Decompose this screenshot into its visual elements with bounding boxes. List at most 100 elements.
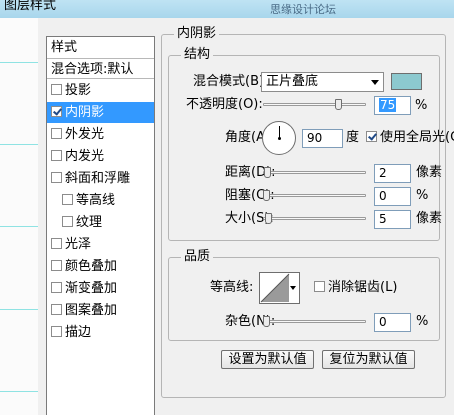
style-item-label: 图案叠加: [65, 303, 118, 318]
antialias-label: 消除锯齿(L): [328, 280, 398, 295]
blend-mode-value: 正片叠底: [266, 74, 319, 89]
guide-line: [0, 391, 38, 392]
style-item-checkbox[interactable]: [62, 194, 73, 205]
opacity-slider-thumb[interactable]: [335, 99, 342, 110]
style-list-header[interactable]: 样式: [47, 37, 154, 58]
window-title: 图层样式: [4, 0, 57, 13]
slider-track: [263, 171, 366, 174]
style-item[interactable]: 外发光: [47, 124, 154, 145]
style-item-checkbox[interactable]: [51, 326, 62, 337]
style-item-label: 光泽: [65, 237, 92, 252]
distance-unit: 像素: [416, 165, 443, 180]
choke-input[interactable]: 0: [374, 187, 411, 206]
antialias-check[interactable]: [314, 281, 325, 292]
choke-slider[interactable]: [263, 189, 366, 203]
style-item-checkbox[interactable]: [51, 172, 62, 183]
noise-value: 0: [379, 315, 387, 329]
inner-shadow-panel: 内阴影 结构 混合模式(B): 正片叠底 不透明度(O): 75 % 角度(A)…: [161, 27, 454, 398]
guide-line: [0, 309, 38, 310]
style-item-label: 渐变叠加: [65, 281, 118, 296]
global-light-label: 使用全局光(G): [380, 130, 454, 145]
style-item-checkbox[interactable]: [51, 282, 62, 293]
shadow-color-swatch[interactable]: [391, 73, 422, 90]
style-item-label: 内发光: [65, 149, 105, 164]
style-item-checkbox[interactable]: [51, 260, 62, 271]
angle-input[interactable]: 90: [302, 129, 343, 148]
angle-dial[interactable]: [262, 121, 296, 155]
distance-value: 2: [379, 166, 387, 180]
size-unit: 像素: [416, 211, 443, 226]
blend-options-label: 混合选项:默认: [51, 62, 134, 77]
distance-slider-thumb[interactable]: [264, 167, 271, 178]
angle-unit: 度: [346, 130, 360, 145]
choke-value: 0: [379, 189, 387, 203]
layer-style-dialog: 样式 混合选项:默认 投影 内阴影 外发光 内发光 斜面和浮雕 等高线 纹理 光泽 颜色叠加 渐变…: [38, 18, 454, 415]
size-slider[interactable]: [263, 212, 366, 226]
global-light-check[interactable]: [366, 131, 377, 142]
opacity-slider[interactable]: [263, 98, 366, 112]
style-item-checkbox[interactable]: [51, 128, 62, 139]
style-item-label: 描边: [65, 325, 92, 340]
structure-title: 结构: [181, 48, 214, 62]
style-item[interactable]: 斜面和浮雕: [47, 168, 154, 189]
noise-unit: %: [416, 314, 429, 329]
distance-slider[interactable]: [263, 166, 366, 180]
size-value: 5: [379, 212, 387, 226]
noise-slider-thumb[interactable]: [263, 316, 270, 327]
angle-center-dot: [278, 137, 281, 140]
style-item[interactable]: 等高线: [47, 190, 154, 211]
style-item-checkbox[interactable]: [51, 106, 62, 117]
style-item-label: 外发光: [65, 127, 105, 142]
style-item-checkbox[interactable]: [51, 150, 62, 161]
structure-group: 结构 混合模式(B): 正片叠底 不透明度(O): 75 % 角度(A): 90…: [168, 48, 454, 241]
guide-line: [0, 144, 38, 145]
style-item-checkbox[interactable]: [51, 304, 62, 315]
title-bar[interactable]: 图层样式 思缘设计论坛 www.MISSYUAN.COM: [0, 0, 454, 19]
make-default-button[interactable]: 设置为默认值: [221, 350, 314, 369]
style-item[interactable]: 纹理: [47, 212, 154, 233]
style-item-checkbox[interactable]: [51, 238, 62, 249]
style-item[interactable]: 内发光: [47, 146, 154, 167]
style-item-label: 颜色叠加: [65, 259, 118, 274]
size-input[interactable]: 5: [374, 210, 411, 229]
blend-options-item[interactable]: 混合选项:默认: [47, 58, 154, 79]
style-item-label: 斜面和浮雕: [65, 171, 131, 186]
blend-mode-label: 混合模式(B):: [193, 74, 269, 89]
style-item[interactable]: 投影: [47, 80, 154, 101]
angle-value: 90: [307, 131, 323, 145]
noise-slider[interactable]: [263, 315, 366, 329]
noise-input[interactable]: 0: [374, 313, 411, 332]
contour-preview-icon: [260, 273, 290, 303]
reset-default-button[interactable]: 复位为默认值: [322, 350, 415, 369]
style-item[interactable]: 内阴影: [47, 102, 154, 123]
antialias-checkbox[interactable]: 消除锯齿(L): [314, 280, 397, 296]
slider-track: [263, 194, 366, 197]
guide-line: [0, 226, 38, 227]
opacity-input[interactable]: 75: [374, 96, 411, 115]
slider-track: [263, 103, 366, 106]
chevron-down-icon: [290, 286, 296, 290]
style-item-checkbox[interactable]: [62, 216, 73, 227]
style-item[interactable]: 渐变叠加: [47, 278, 154, 299]
quality-title: 品质: [181, 250, 214, 264]
blend-mode-select[interactable]: 正片叠底: [261, 72, 384, 92]
chevron-down-icon: [371, 80, 379, 85]
global-light-checkbox[interactable]: 使用全局光(G): [366, 130, 454, 146]
contour-picker[interactable]: [259, 272, 300, 304]
opacity-unit: %: [415, 98, 428, 113]
style-item[interactable]: 描边: [47, 322, 154, 343]
inner-shadow-title: 内阴影: [174, 27, 220, 41]
watermark: 思缘设计论坛 www.MISSYUAN.COM: [270, 3, 386, 18]
style-list: 样式 混合选项:默认 投影 内阴影外发光内发光斜面和浮雕等高线 纹理光泽颜色叠加渐变…: [46, 36, 155, 415]
choke-unit: %: [416, 188, 429, 203]
style-item[interactable]: 图案叠加: [47, 300, 154, 321]
distance-input[interactable]: 2: [374, 164, 411, 183]
opacity-label: 不透明度(O):: [186, 97, 263, 112]
style-item[interactable]: 光泽: [47, 234, 154, 255]
contour-label: 等高线:: [210, 280, 254, 295]
slider-track: [263, 320, 366, 323]
style-item[interactable]: 颜色叠加: [47, 256, 154, 277]
size-slider-thumb[interactable]: [265, 213, 272, 224]
style-item-checkbox[interactable]: [51, 84, 62, 95]
choke-slider-thumb[interactable]: [263, 190, 270, 201]
